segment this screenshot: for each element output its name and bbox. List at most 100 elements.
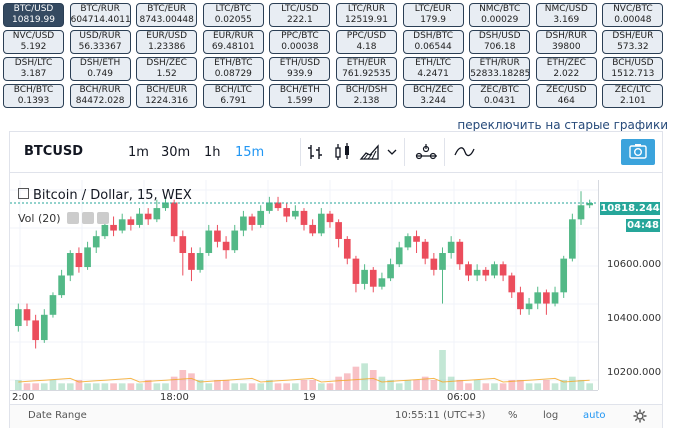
candle [40, 314, 48, 341]
pair-value: 0.02055 [214, 15, 252, 25]
time-axis-label: 18:00 [160, 392, 189, 403]
bar-chart-icon[interactable] [305, 142, 327, 162]
chevron-down-icon[interactable] [385, 142, 399, 162]
pair-button[interactable]: BCH/LTC 6.791 [202, 84, 264, 108]
timeframe-1h[interactable]: 1h [204, 145, 221, 160]
volume-bar [491, 383, 498, 390]
pair-button[interactable]: PPC/BTC 0.00038 [269, 30, 331, 54]
candle [352, 258, 360, 284]
pair-button[interactable]: ETH/BTC 0.08729 [202, 57, 264, 81]
pair-value: 4.2471 [417, 69, 449, 79]
pair-button[interactable]: ZEC/USD 464 [535, 84, 597, 108]
gear-icon[interactable] [633, 409, 647, 423]
pair-button[interactable]: LTC/BTC 0.02055 [202, 3, 264, 27]
camera-button[interactable] [621, 139, 655, 165]
eye-icon[interactable] [67, 212, 80, 224]
area-chart-icon[interactable] [359, 142, 381, 162]
pair-name: ETH/LTC [415, 58, 452, 68]
pair-value: 3.187 [20, 69, 47, 79]
pair-button[interactable]: DSH/USD 706.18 [469, 30, 531, 54]
percent-toggle[interactable]: % [508, 410, 518, 421]
candle [23, 309, 31, 321]
volume-bar [317, 383, 325, 390]
candle [110, 224, 117, 231]
compare-icon[interactable] [453, 142, 475, 162]
symbol-label[interactable]: BTCUSD [24, 144, 83, 159]
pair-button[interactable]: LTC/USD 222.1 [269, 3, 331, 27]
auto-toggle[interactable]: auto [583, 410, 606, 421]
pair-button[interactable]: PPC/USD 4.18 [336, 30, 397, 54]
pair-button[interactable]: ZEC/BTC 0.0431 [469, 84, 531, 108]
pair-button[interactable]: DSH/LTC 3.187 [3, 57, 64, 81]
pair-button[interactable]: LTC/EUR 179.9 [402, 3, 464, 27]
pair-button[interactable]: BCH/RUR 84472.028 [69, 84, 131, 108]
pair-button[interactable]: BTC/EUR 8743.00448 [136, 3, 198, 27]
date-range-button[interactable]: Date Range [28, 410, 87, 421]
pair-name: BTC/EUR [147, 4, 187, 14]
pair-button[interactable]: BTC/USD 10819.99 [3, 3, 64, 27]
pair-button[interactable]: ETH/ZEC 2.022 [535, 57, 597, 81]
indicators-icon[interactable] [415, 142, 437, 162]
pair-button[interactable]: USD/RUR 56.33367 [69, 30, 131, 54]
candle [32, 320, 39, 341]
pair-button[interactable]: BCH/EUR 1224.316 [136, 84, 198, 108]
settings-icon[interactable] [82, 212, 95, 224]
volume-bar [292, 383, 299, 390]
pair-button[interactable]: BCH/ETH 1.599 [269, 84, 331, 108]
pair-button[interactable]: BCH/USD 1512.713 [602, 57, 664, 81]
pair-button[interactable]: ZEC/LTC 2.101 [602, 84, 664, 108]
pair-button[interactable]: DSH/BTC 0.06544 [402, 30, 464, 54]
pair-name: EUR/USD [146, 31, 188, 41]
pair-value: 0.0431 [483, 96, 516, 106]
pair-button[interactable]: BTC/RUR 604714.4011 [69, 3, 131, 27]
pair-button[interactable]: NVC/USD 5.192 [3, 30, 64, 54]
volume-bar [40, 383, 48, 390]
candle [188, 253, 195, 270]
pair-button[interactable]: DSH/ETH 0.749 [69, 57, 131, 81]
price-axis[interactable]: 10600.000 10400.000 10200.000 10818.244 … [598, 180, 663, 390]
time-axis[interactable]: 2:00 18:00 19 06:00 [10, 390, 598, 405]
volume-bar [326, 383, 334, 390]
timeframe-1m[interactable]: 1m [128, 145, 149, 160]
pair-name: DSH/BTC [413, 31, 454, 41]
pair-button[interactable]: NMC/USD 3.169 [535, 3, 597, 27]
candle [361, 269, 368, 284]
pair-button[interactable]: BCH/BTC 0.1393 [3, 84, 64, 108]
collapse-legend-icon[interactable] [18, 188, 29, 199]
pair-value: 5.192 [20, 42, 47, 52]
timeframe-30m[interactable]: 30m [161, 145, 190, 160]
candle [369, 269, 377, 287]
pair-button[interactable]: NMC/BTC 0.00029 [469, 3, 531, 27]
log-toggle[interactable]: log [543, 410, 558, 421]
pair-button[interactable]: DSH/RUR 39800 [535, 30, 597, 54]
pair-name: ETH/ZEC [546, 58, 586, 68]
pair-name: LTC/BTC [215, 4, 252, 14]
pair-button[interactable]: DSH/ZEC 1.52 [136, 57, 198, 81]
last-price-tag: 10818.244 [600, 202, 660, 215]
pair-value: 10819.99 [12, 15, 55, 25]
pair-button[interactable]: BCH/DSH 2.138 [336, 84, 397, 108]
candle [231, 230, 239, 251]
pair-value: 939.9 [287, 69, 313, 79]
pair-value: 4.18 [356, 42, 377, 52]
pair-button[interactable]: EUR/USD 1.23386 [136, 30, 198, 54]
pair-button[interactable]: ETH/LTC 4.2471 [402, 57, 464, 81]
pair-name: ETH/EUR [346, 58, 387, 68]
pair-name: BCH/EUR [146, 85, 187, 95]
candle-chart-icon[interactable] [332, 142, 354, 162]
pair-button[interactable]: NVC/BTC 0.00048 [602, 3, 664, 27]
pair-button[interactable]: ETH/RUR 52833.18285 [469, 57, 531, 81]
volume-bar [335, 376, 342, 390]
volume-bar [430, 380, 438, 390]
timeframe-15m[interactable]: 15m [235, 145, 264, 160]
pair-button[interactable]: LTC/RUR 12519.91 [336, 3, 397, 27]
pair-value: 1512.713 [611, 69, 655, 79]
pair-button[interactable]: BCH/ZEC 3.244 [402, 84, 464, 108]
switch-old-charts-link[interactable]: переключить на старые графики [457, 118, 668, 132]
pair-button[interactable]: ETH/EUR 761.92535 [336, 57, 397, 81]
pair-button[interactable]: DSH/EUR 573.32 [602, 30, 664, 54]
pair-button[interactable]: ETH/USD 939.9 [269, 57, 331, 81]
close-icon[interactable] [97, 212, 110, 224]
volume-bar [551, 383, 559, 390]
pair-button[interactable]: EUR/RUR 69.48101 [202, 30, 264, 54]
